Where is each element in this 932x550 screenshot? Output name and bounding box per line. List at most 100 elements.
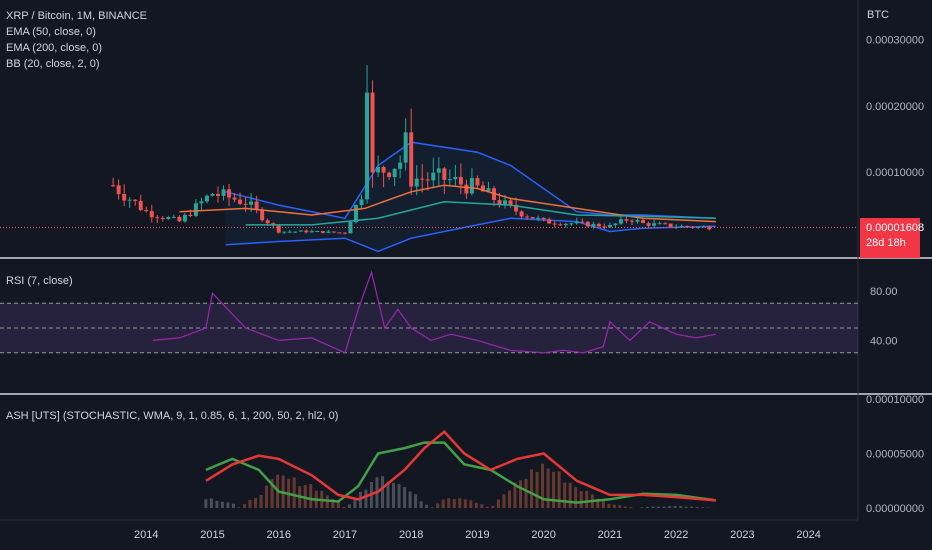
price-scale-unit: BTC [867, 9, 889, 21]
candle-body [464, 184, 469, 194]
candle-body [238, 199, 243, 204]
candle-body [453, 176, 458, 180]
candle-body [458, 176, 463, 185]
ash-histogram-bar [347, 504, 351, 508]
candle-body [591, 223, 596, 227]
candle-body [442, 168, 447, 180]
ash-histogram-bar [645, 506, 649, 508]
candle-body [409, 132, 414, 187]
ash-histogram-bar [568, 482, 572, 508]
candle-body [337, 232, 342, 234]
candle-body [414, 178, 419, 187]
time-tick-label: 2019 [465, 529, 489, 541]
candle-body [679, 225, 684, 227]
ash-tick-label: 0.00005000 [866, 449, 924, 461]
ash-legend[interactable]: ASH [UTS] (STOCHASTIC, WMA, 9, 1, 0.85, … [6, 408, 338, 424]
candle-body [133, 199, 138, 201]
candle-body [607, 225, 612, 228]
time-tick-label: 2022 [664, 529, 688, 541]
legend-ema200[interactable]: EMA (200, close, 0) [6, 40, 147, 56]
rsi-legend[interactable]: RSI (7, close) [6, 273, 73, 289]
ash-histogram-bar [226, 502, 230, 508]
candle-body [298, 230, 303, 232]
ash-histogram-bar [237, 507, 241, 508]
candle-body [122, 193, 127, 201]
legend-symbol[interactable]: XRP / Bitcoin, 1M, BINANCE [6, 8, 147, 24]
ash-histogram-bar [651, 506, 655, 508]
candle-body [663, 223, 668, 225]
candle-body [254, 201, 259, 210]
candle-body [624, 219, 629, 221]
candle-body [508, 200, 513, 205]
legend-rsi[interactable]: RSI (7, close) [6, 273, 73, 289]
ash-histogram-bar [397, 484, 401, 508]
candle-body [381, 166, 386, 173]
candle-body [657, 223, 662, 225]
candle-body [260, 209, 265, 221]
ash-histogram-bar [695, 507, 699, 508]
ash-tick-label: 0.00010000 [866, 394, 924, 406]
time-tick-label: 2014 [134, 529, 158, 541]
candle-body [602, 226, 607, 228]
ash-histogram-bar [623, 506, 627, 508]
ash-histogram-bar [640, 507, 644, 508]
candle-body [690, 226, 695, 228]
time-tick-label: 2024 [796, 529, 820, 541]
candle-body [469, 178, 474, 194]
ash-histogram-bar [403, 487, 407, 508]
ash-histogram-bar [656, 506, 660, 508]
time-tick-label: 2015 [200, 529, 224, 541]
candle-body [221, 189, 226, 196]
ash-histogram-bar [452, 498, 456, 508]
candle-body [276, 225, 281, 233]
ash-histogram-bar [690, 506, 694, 508]
candle-body [629, 220, 634, 222]
ash-histogram-bar [436, 503, 440, 508]
candle-body [188, 214, 193, 216]
ash-histogram-bar [557, 471, 561, 508]
candle-body [282, 231, 287, 233]
ash-histogram-bar [469, 500, 473, 508]
ash-histogram-bar [430, 507, 434, 508]
price-tick-label: 0.00030000 [866, 35, 924, 47]
candle-body [613, 223, 618, 226]
candle-body [376, 166, 381, 173]
ash-histogram-bar [392, 482, 396, 508]
ash-histogram-bar [679, 506, 683, 508]
candle-body [138, 200, 143, 211]
legend-ema50[interactable]: EMA (50, close, 0) [6, 24, 147, 40]
candle-body [359, 199, 364, 206]
candle-body [635, 219, 640, 222]
ash-histogram-bar [535, 471, 539, 508]
candle-body [685, 225, 690, 227]
ash-histogram-bar [204, 499, 208, 508]
ash-histogram-bar [574, 487, 578, 508]
legend-bb[interactable]: BB (20, close, 2, 0) [6, 56, 147, 72]
candle-body [365, 92, 370, 200]
candle-body [569, 223, 574, 225]
candle-body [641, 219, 646, 224]
candle-body [182, 214, 187, 222]
time-tick-label: 2016 [266, 529, 290, 541]
candle-body [547, 219, 552, 224]
main-legend: XRP / Bitcoin, 1M, BINANCE EMA (50, clos… [6, 8, 147, 72]
ash-histogram-bar [552, 471, 556, 508]
candle-body [144, 210, 149, 212]
candle-body [171, 216, 176, 218]
candle-body [425, 179, 430, 181]
legend-ash[interactable]: ASH [UTS] (STOCHASTIC, WMA, 9, 1, 0.85, … [6, 408, 338, 424]
ash-histogram-bar [474, 502, 478, 508]
ash-histogram-bar [607, 503, 611, 508]
time-tick-label: 2020 [531, 529, 555, 541]
candle-body [215, 193, 220, 196]
ash-histogram-bar [684, 506, 688, 508]
bar-countdown: 28d 18h [866, 237, 906, 249]
ash-histogram-bar [662, 506, 666, 508]
candle-body [370, 92, 375, 173]
candle-body [155, 217, 160, 219]
candle-body [199, 201, 204, 204]
price-tick-label: 0.00020000 [866, 101, 924, 113]
last-price-value: 0.00001608 [866, 222, 925, 234]
candle-body [387, 172, 392, 177]
time-tick-label: 2023 [730, 529, 754, 541]
